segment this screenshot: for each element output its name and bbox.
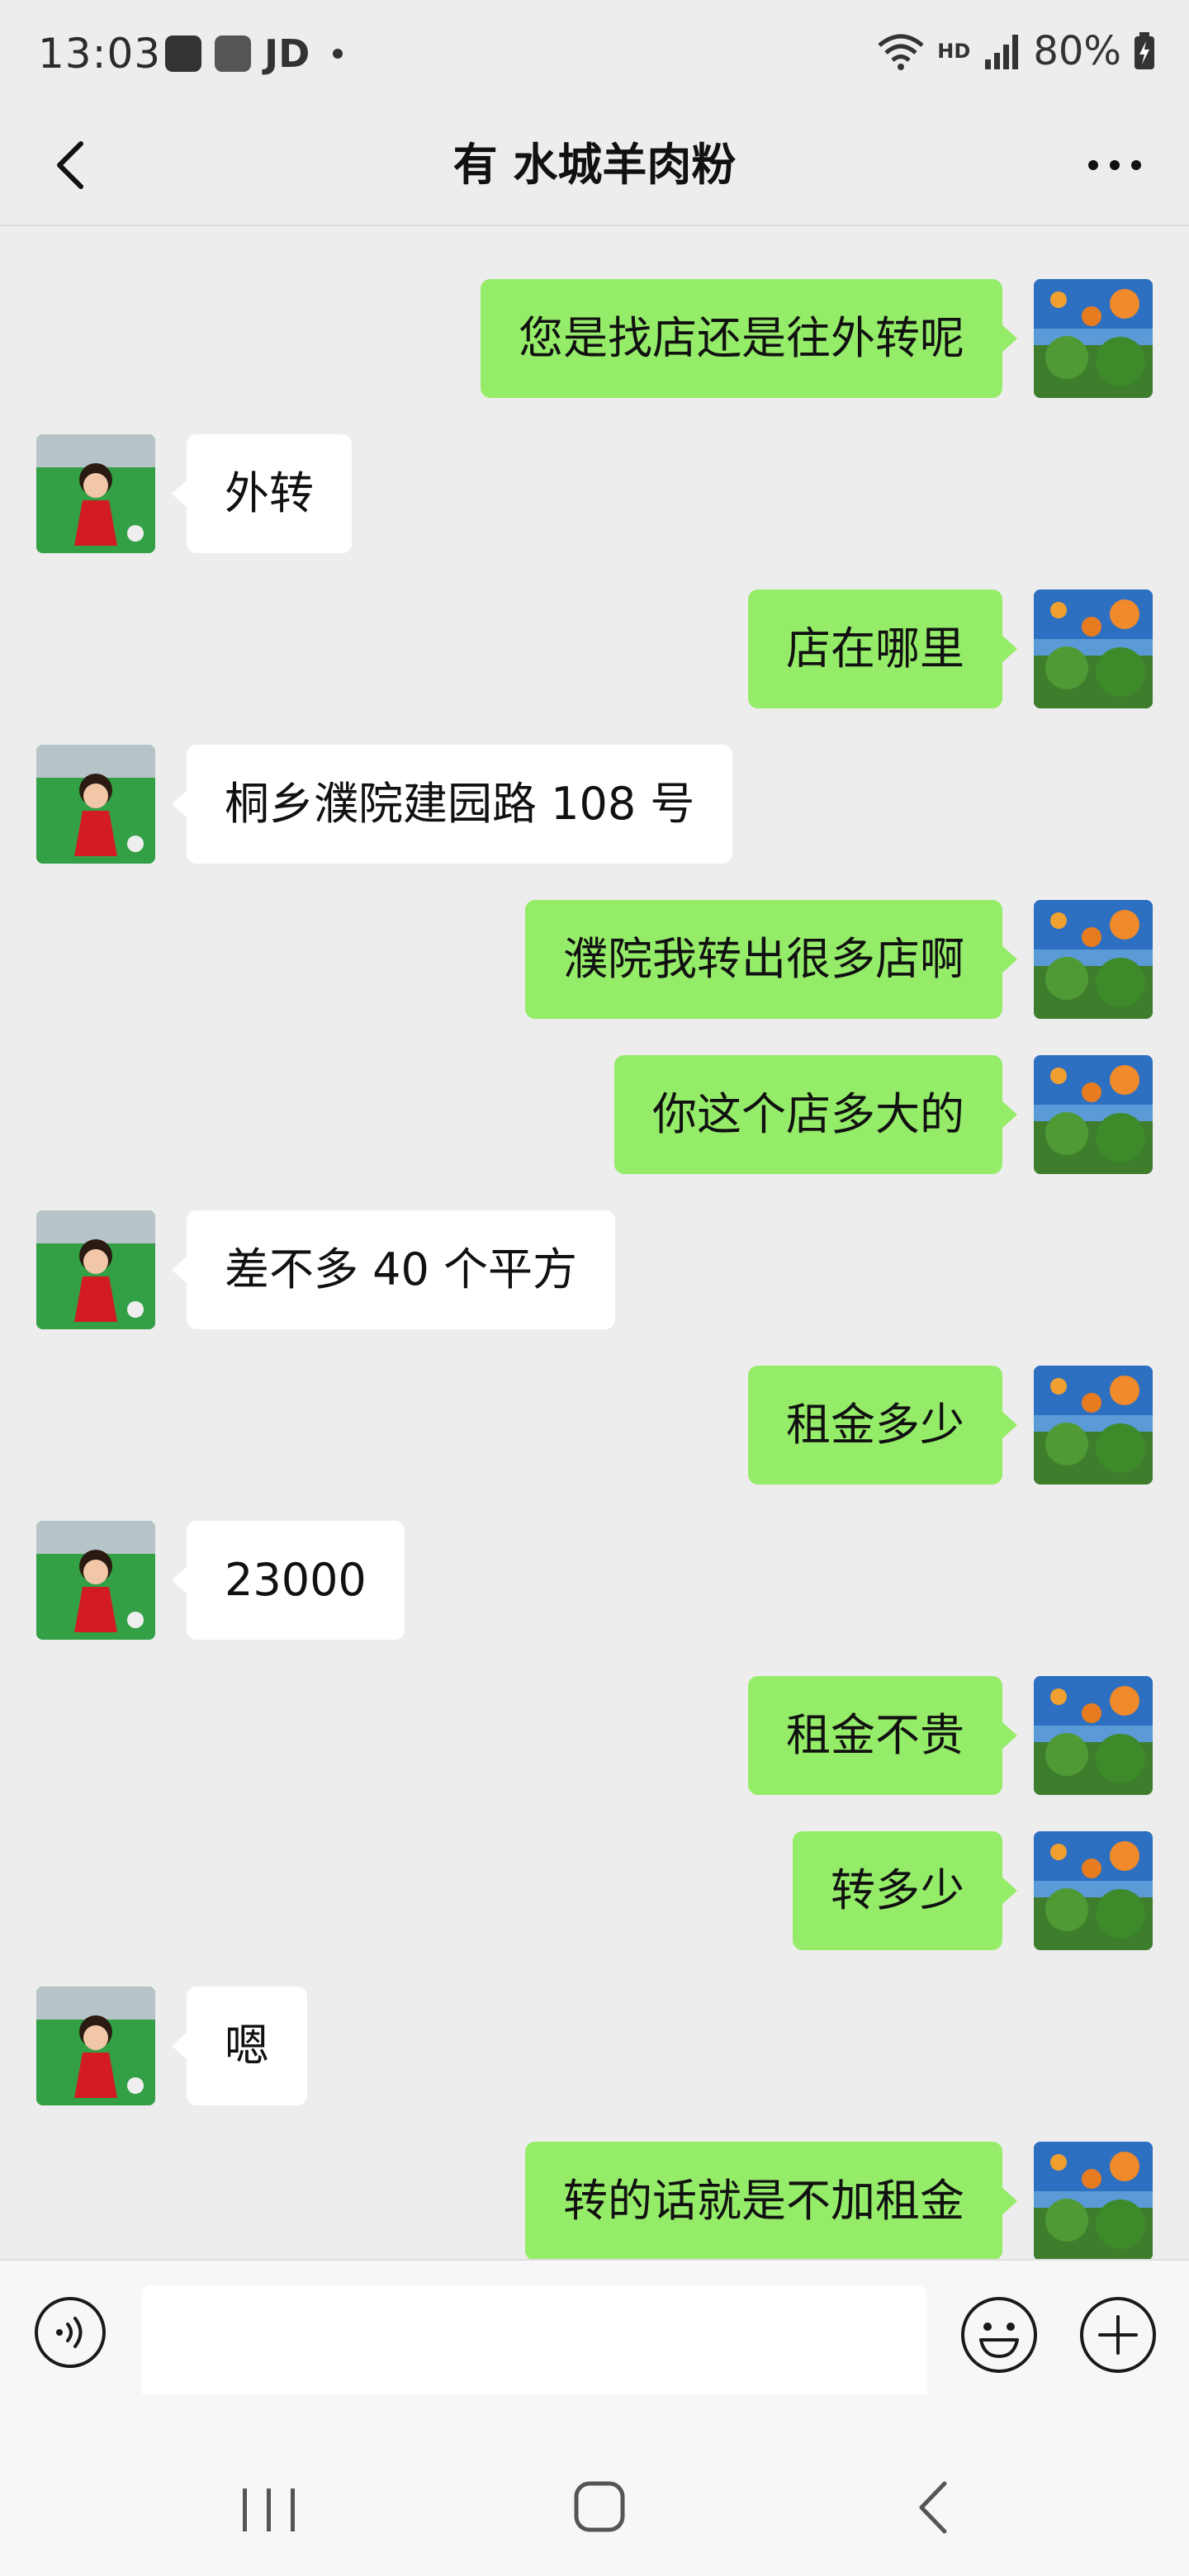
my-avatar[interactable]	[1034, 279, 1153, 398]
message-bubble[interactable]: 你这个店多大的	[614, 1055, 1017, 1174]
signal-icon	[985, 35, 1019, 69]
message-bubble[interactable]: 濮院我转出很多店啊	[525, 900, 1017, 1019]
more-icon[interactable]	[1082, 132, 1148, 198]
input-bar	[0, 2259, 1189, 2404]
contact-avatar[interactable]	[36, 1986, 155, 2105]
chat-title: 有 水城羊肉粉	[452, 139, 737, 191]
gallery-icon	[165, 36, 201, 72]
my-avatar[interactable]	[1034, 900, 1153, 1019]
contact-avatar[interactable]	[36, 745, 155, 864]
status-time: 13:03	[38, 30, 162, 78]
battery-percent: 80%	[1033, 28, 1121, 74]
status-bar: 13:03 JD HD 80%	[0, 0, 1189, 107]
message-bubble[interactable]: 外转	[172, 434, 352, 553]
my-avatar[interactable]	[1034, 1366, 1153, 1485]
system-nav-bar	[0, 2394, 1189, 2576]
hd-indicator: HD	[937, 40, 971, 63]
message-row: 差不多 40 个平方	[36, 1210, 1156, 1329]
my-avatar[interactable]	[1034, 590, 1153, 708]
my-avatar[interactable]	[1034, 2142, 1153, 2261]
voice-icon[interactable]	[33, 2295, 107, 2370]
message-bubble[interactable]: 嗯	[172, 1986, 307, 2105]
message-row: 店在哪里	[33, 590, 1153, 708]
message-row: 濮院我转出很多店啊	[33, 900, 1153, 1019]
message-bubble[interactable]: 店在哪里	[748, 590, 1017, 708]
app-notification-icon	[215, 36, 251, 72]
message-row: 租金不贵	[33, 1676, 1153, 1795]
message-row: 嗯	[36, 1986, 1156, 2105]
more-notifications-dot	[333, 49, 343, 59]
chat-header: 有 水城羊肉粉	[0, 107, 1189, 226]
my-avatar[interactable]	[1034, 1676, 1153, 1795]
my-avatar[interactable]	[1034, 1831, 1153, 1950]
message-bubble[interactable]: 差不多 40 个平方	[171, 1210, 616, 1329]
emoji-icon[interactable]	[959, 2295, 1039, 2375]
battery-icon	[1135, 32, 1154, 69]
status-right: HD 80%	[876, 28, 1156, 74]
message-row: 桐乡濮院建园路 108 号	[36, 745, 1156, 864]
nav-back-icon[interactable]	[913, 2479, 953, 2536]
message-bubble[interactable]: 转多少	[793, 1831, 1017, 1950]
plus-icon[interactable]	[1078, 2295, 1158, 2375]
recent-apps-icon[interactable]	[239, 2485, 299, 2535]
message-input[interactable]	[142, 2285, 926, 2404]
message-bubble[interactable]: 转的话就是不加租金	[525, 2142, 1017, 2261]
contact-avatar[interactable]	[36, 1521, 155, 1640]
message-row: 转的话就是不加租金	[33, 2142, 1153, 2261]
home-icon[interactable]	[573, 2480, 626, 2533]
my-avatar[interactable]	[1034, 1055, 1153, 1174]
jd-icon: JD	[264, 31, 310, 76]
message-bubble[interactable]: 桐乡濮院建园路 108 号	[171, 745, 733, 864]
message-row: 23000	[36, 1521, 1156, 1640]
notification-icons: JD	[165, 31, 343, 76]
message-row: 您是找店还是往外转呢	[33, 279, 1153, 398]
contact-avatar[interactable]	[36, 434, 155, 553]
message-bubble[interactable]: 23000	[172, 1521, 405, 1640]
message-row: 转多少	[33, 1831, 1153, 1950]
message-row: 外转	[36, 434, 1156, 553]
message-row: 租金多少	[33, 1366, 1153, 1485]
message-row: 你这个店多大的	[33, 1055, 1153, 1174]
wifi-icon	[878, 34, 924, 70]
contact-avatar[interactable]	[36, 1210, 155, 1329]
message-bubble[interactable]: 租金多少	[748, 1366, 1017, 1485]
message-bubble[interactable]: 您是找店还是往外转呢	[481, 279, 1017, 398]
message-bubble[interactable]: 租金不贵	[748, 1676, 1017, 1795]
